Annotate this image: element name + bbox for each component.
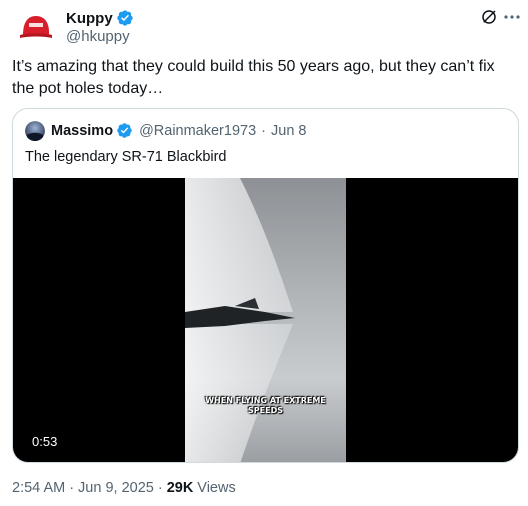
video-player[interactable]: WHEN FLYING AT EXTREME SPEEDS 0:53 bbox=[13, 178, 518, 462]
more-icon[interactable] bbox=[502, 8, 522, 26]
author-avatar[interactable] bbox=[16, 8, 56, 48]
quoted-tweet-card[interactable]: Massimo @Rainmaker1973 · Jun 8 The legen… bbox=[12, 108, 519, 463]
tweet-date[interactable]: Jun 9, 2025 bbox=[78, 480, 154, 496]
video-caption-line-1: WHEN FLYING AT EXTREME bbox=[205, 396, 326, 405]
video-caption: WHEN FLYING AT EXTREME SPEEDS bbox=[185, 396, 346, 416]
quoted-tweet-date[interactable]: Jun 8 bbox=[271, 123, 306, 139]
verified-badge-icon bbox=[116, 122, 134, 140]
author-name[interactable]: Kuppy bbox=[66, 10, 113, 27]
quoted-tweet-text: The legendary SR-71 Blackbird bbox=[25, 149, 227, 165]
author-name-row: Kuppy bbox=[66, 8, 134, 28]
footer-separator: · bbox=[69, 480, 75, 496]
footer-separator: · bbox=[157, 480, 163, 496]
tweet-time[interactable]: 2:54 AM bbox=[12, 480, 65, 496]
quoted-author-avatar[interactable] bbox=[25, 121, 45, 141]
tweet-footer: 2:54 AM · Jun 9, 2025 · 29K Views bbox=[12, 480, 236, 496]
tweet-text: It’s amazing that they could build this … bbox=[12, 58, 495, 97]
video-frame bbox=[185, 178, 346, 462]
author-handle[interactable]: @hkuppy bbox=[66, 28, 130, 45]
views-label: Views bbox=[197, 480, 236, 496]
grok-icon[interactable] bbox=[480, 8, 498, 26]
verified-badge-icon bbox=[116, 9, 134, 27]
video-duration: 0:53 bbox=[32, 434, 58, 449]
views-count[interactable]: 29K bbox=[167, 480, 194, 496]
quoted-author-name[interactable]: Massimo bbox=[51, 123, 113, 139]
meta-separator: · bbox=[261, 123, 266, 139]
quoted-author-row: Massimo @Rainmaker1973 · Jun 8 bbox=[51, 121, 306, 141]
quoted-author-handle[interactable]: @Rainmaker1973 bbox=[139, 123, 256, 139]
video-caption-line-2: SPEEDS bbox=[248, 406, 283, 415]
